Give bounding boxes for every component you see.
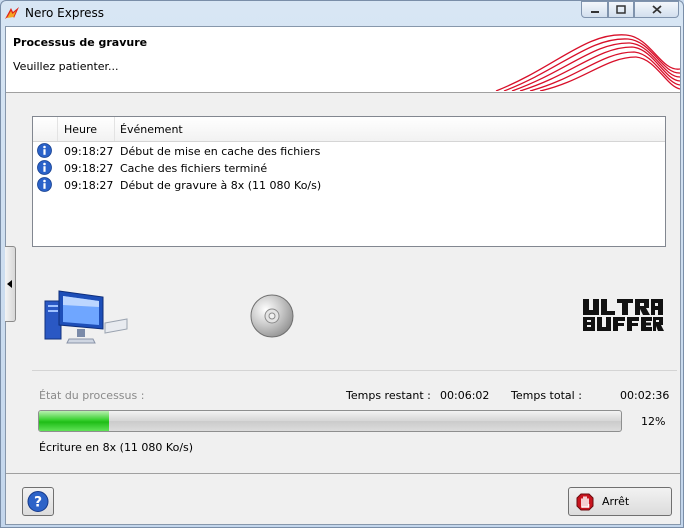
help-button[interactable]: ? [22, 487, 54, 516]
arrow-left-icon [7, 280, 12, 288]
log-time: 09:18:27 [64, 162, 114, 175]
progress-bar [38, 410, 622, 432]
remaining-time-label: Temps restant : [346, 389, 431, 402]
header-panel: Processus de gravure Veuillez patienter.… [6, 27, 680, 93]
stop-button-label: Arrêt [602, 495, 630, 508]
close-icon [651, 5, 662, 14]
minimize-icon [590, 10, 599, 13]
log-header: Heure Événement [33, 117, 665, 142]
info-icon [37, 177, 52, 192]
window-title: Nero Express [25, 6, 105, 20]
progress-fill [39, 411, 109, 431]
log-time: 09:18:27 [64, 145, 114, 158]
disc-icon [250, 294, 294, 338]
side-expand-tab[interactable] [5, 246, 16, 322]
info-icon [37, 160, 52, 175]
column-separator [114, 117, 115, 141]
minimize-button[interactable] [581, 1, 608, 18]
column-separator [57, 117, 58, 141]
column-header-event[interactable]: Événement [120, 123, 183, 136]
nero-app-icon [5, 7, 19, 19]
computer-icon [44, 290, 128, 344]
divider [32, 370, 677, 371]
maximize-icon [616, 5, 626, 14]
writing-status: Écriture en 8x (11 080 Ko/s) [39, 441, 194, 454]
remaining-time-value: 00:06:02 [440, 389, 490, 402]
log-row[interactable]: 09:18:27 Début de mise en cache des fich… [33, 143, 665, 160]
log-event: Cache des fichiers terminé [120, 162, 268, 175]
dialog-client: Processus de gravure Veuillez patienter.… [5, 26, 681, 525]
log-event: Début de mise en cache des fichiers [120, 145, 321, 158]
progress-percent: 12% [641, 415, 666, 428]
nero-wave-logo [495, 34, 680, 91]
divider [6, 473, 680, 474]
column-header-time[interactable]: Heure [64, 123, 97, 136]
log-event: Début de gravure à 8x (11 080 Ko/s) [120, 179, 322, 192]
event-log-list[interactable]: Heure Événement 09:18:27 Début de mise e… [32, 116, 666, 247]
process-state-label: État du processus : [39, 389, 145, 402]
ultrabuffer-logo [583, 299, 664, 331]
help-icon: ? [27, 491, 49, 512]
log-time: 09:18:27 [64, 179, 114, 192]
svg-text:?: ? [34, 495, 42, 511]
info-icon [37, 143, 52, 158]
log-row[interactable]: 09:18:27 Début de gravure à 8x (11 080 K… [33, 177, 665, 194]
stop-button[interactable]: Arrêt [568, 487, 672, 516]
stop-hand-icon [576, 493, 594, 511]
total-time-label: Temps total : [511, 389, 582, 402]
log-row[interactable]: 09:18:27 Cache des fichiers terminé [33, 160, 665, 177]
maximize-button[interactable] [608, 1, 634, 18]
page-title: Processus de gravure [13, 36, 148, 49]
close-button[interactable] [634, 1, 679, 18]
title-bar[interactable]: Nero Express [1, 1, 684, 25]
total-time-value: 00:02:36 [620, 389, 670, 402]
page-subtitle: Veuillez patienter... [13, 60, 119, 73]
nero-express-window: Nero Express Processus de gravure Veuill… [0, 0, 684, 528]
